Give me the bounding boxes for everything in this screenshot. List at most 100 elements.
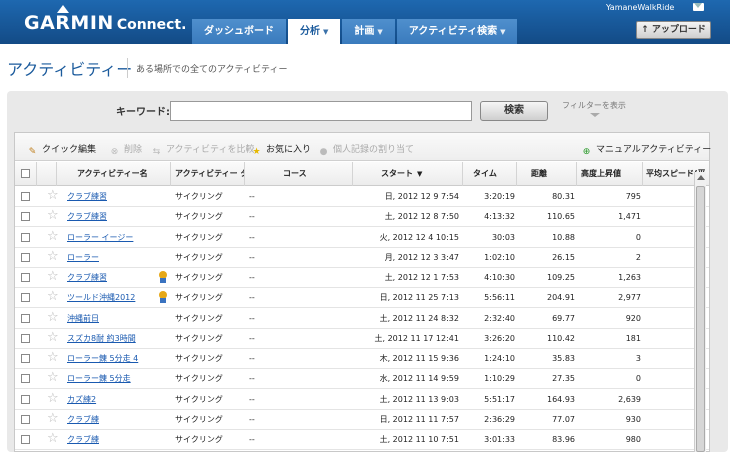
row-checkbox[interactable] <box>21 374 30 384</box>
table-row[interactable]: ☆ スズカ8耐 約3時間 サイクリング -- 土, 2012 11 17 12:41 3:… <box>15 329 709 349</box>
garmin-connect-logo[interactable]: GARMIN Connect. <box>24 12 186 34</box>
duration: 30:03 <box>491 232 515 242</box>
table-row[interactable]: ☆ ツールド沖縄2012 サイクリング -- 日, 2012 11 25 7:13 5:5… <box>15 288 709 309</box>
table-row[interactable]: ☆ クラブ練習 サイクリング -- 土, 2012 12 1 7:53 4:10:30 10… <box>15 268 709 288</box>
row-checkbox[interactable] <box>21 354 30 363</box>
favorite-star-icon[interactable]: ☆ <box>47 432 59 446</box>
nav-tab-analysis[interactable]: 分析 ▼ <box>288 19 341 44</box>
nav-tab-activity-search[interactable]: アクティビティ検索 ▼ <box>396 19 518 44</box>
mail-icon[interactable] <box>693 3 704 11</box>
column-header-distance[interactable]: 距離 <box>517 162 577 186</box>
delete-button[interactable]: ⊗ 削除 <box>109 142 142 158</box>
course-value: -- <box>249 333 255 343</box>
favorite-star-icon[interactable]: ☆ <box>47 310 59 325</box>
user-name-link[interactable]: YamaneWalkRide <box>606 3 674 12</box>
activity-name-link[interactable]: クラブ練習 <box>67 192 107 201</box>
row-checkbox[interactable] <box>21 252 30 262</box>
activity-name-link[interactable]: ローラー <box>67 253 99 262</box>
row-checkbox[interactable] <box>21 232 30 242</box>
select-all-checkbox[interactable] <box>21 169 30 178</box>
activity-name-link[interactable]: クラブ練習 <box>67 273 107 282</box>
table-row[interactable]: ☆ クラブ練 サイクリング -- 土, 2012 11 10 7:51 3:01:33 83… <box>15 430 709 450</box>
activity-name-link[interactable]: 沖縄前日 <box>67 314 99 323</box>
elevation-gain: 930 <box>625 414 641 424</box>
upload-button[interactable]: ↑ アップロード <box>636 21 711 39</box>
table-row[interactable]: ☆ クラブ練 サイクリング -- 日, 2012 11 11 7:57 2:36:29 77… <box>15 410 709 430</box>
nav-tab-dashboard[interactable]: ダッシュボード <box>192 19 286 44</box>
activity-name-link[interactable]: スズカ8耐 約3時間 <box>67 334 136 343</box>
row-checkbox[interactable] <box>21 394 30 404</box>
table-row[interactable]: ☆ ローラー錬 5分走 4 サイクリング -- 木, 2012 11 15 9:36 1:… <box>15 349 709 369</box>
table-row[interactable]: ☆ カズ練2 サイクリング -- 土, 2012 11 13 9:03 5:51:17 16… <box>15 390 709 410</box>
distance: 110.65 <box>547 212 575 222</box>
activity-type: サイクリング <box>175 252 223 262</box>
activity-name-link[interactable]: クラブ練習 <box>67 212 107 221</box>
favorite-star-icon[interactable]: ☆ <box>47 371 59 385</box>
favorite-star-icon[interactable]: ☆ <box>47 391 59 406</box>
activity-type: サイクリング <box>175 212 223 222</box>
row-checkbox[interactable] <box>21 435 30 444</box>
favorite-star-icon[interactable]: ☆ <box>47 229 59 244</box>
column-header-time[interactable]: タイム <box>463 162 517 186</box>
column-header-name[interactable]: アクティビティー名 <box>57 162 171 186</box>
table-row[interactable]: ☆ ローラー イージー サイクリング -- 火, 2012 12 4 10:15 30:0… <box>15 228 709 248</box>
row-checkbox[interactable] <box>21 192 30 201</box>
favorite-star-icon[interactable]: ☆ <box>47 249 59 264</box>
duration: 4:13:32 <box>484 212 515 222</box>
favorite-star-icon[interactable]: ☆ <box>47 330 59 345</box>
logo-sub: Connect. <box>116 17 187 33</box>
column-header-course[interactable]: コース <box>245 162 353 186</box>
assign-personal-record-button[interactable]: ● 個人記録の割り当て <box>318 142 414 158</box>
activity-name-link[interactable]: ローラー イージー <box>67 233 133 242</box>
activity-name-link[interactable]: クラブ練 <box>67 435 99 444</box>
sort-down-icon: ▼ <box>417 170 423 178</box>
start-time: 土, 2012 11 24 8:32 <box>379 313 459 323</box>
nav-tab-plan[interactable]: 計画 ▼ <box>342 19 395 44</box>
compare-activities-button[interactable]: ⇆ アクティビティを比較 <box>151 142 255 158</box>
search-button[interactable]: 検索 <box>480 101 548 121</box>
show-filter-link[interactable]: フィルターを表示 <box>562 100 626 111</box>
activity-name-link[interactable]: カズ練2 <box>67 395 96 404</box>
start-time: 木, 2012 11 15 9:36 <box>379 354 459 363</box>
activity-name-link[interactable]: ローラー錬 5分走 4 <box>67 354 138 363</box>
filter-chevron-down-icon[interactable] <box>590 113 600 117</box>
row-checkbox[interactable] <box>21 212 30 222</box>
scroll-up-icon[interactable] <box>697 175 705 180</box>
elevation-gain: 0 <box>635 374 641 384</box>
table-row[interactable]: ☆ クラブ練習 サイクリング -- 日, 2012 12 9 7:54 3:20:19 80… <box>15 187 709 207</box>
favorite-star-icon[interactable]: ☆ <box>47 351 59 365</box>
row-checkbox[interactable] <box>21 273 30 282</box>
column-header-type[interactable]: アクティビティー タ <box>171 162 245 186</box>
activity-name-link[interactable]: クラブ練 <box>67 415 99 424</box>
start-time: 月, 2012 12 3 3:47 <box>384 252 459 262</box>
column-header-start[interactable]: スタート ▼ <box>353 162 463 186</box>
table-row[interactable]: ☆ ローラー サイクリング -- 月, 2012 12 3 3:47 1:02:10 26.… <box>15 248 709 268</box>
table-row[interactable]: ☆ 沖縄前日 サイクリング -- 土, 2012 11 24 8:32 2:32:40 69… <box>15 309 709 329</box>
row-checkbox[interactable] <box>21 313 30 323</box>
scroll-thumb[interactable] <box>696 186 705 452</box>
row-checkbox[interactable] <box>21 414 30 424</box>
table-scrollbar[interactable] <box>694 172 706 452</box>
activity-name-link[interactable]: ローラー錬 5分走 <box>67 374 131 383</box>
medal-icon <box>158 271 168 283</box>
table-row[interactable]: ☆ ローラー錬 5分走 サイクリング -- 水, 2012 11 14 9:59 1:10… <box>15 369 709 390</box>
row-checkbox[interactable] <box>21 333 30 343</box>
favorite-star-icon[interactable]: ☆ <box>47 270 59 284</box>
activity-name-link[interactable]: ツールド沖縄2012 <box>67 293 135 302</box>
favorite-star-icon[interactable]: ☆ <box>47 209 59 223</box>
quick-edit-button[interactable]: ✎ クイック編集 <box>27 142 96 158</box>
start-time: 日, 2012 11 25 7:13 <box>379 293 459 303</box>
table-row[interactable]: ☆ クラブ練習 サイクリング -- 土, 2012 12 8 7:50 4:13:32 11… <box>15 207 709 228</box>
favorite-button[interactable]: ★ お気に入り <box>251 142 311 158</box>
manual-activity-button[interactable]: ⊕ マニュアルアクティビティー <box>581 142 711 158</box>
duration: 1:10:29 <box>484 374 515 384</box>
course-value: -- <box>249 435 255 444</box>
favorite-star-icon[interactable]: ☆ <box>47 189 59 203</box>
activity-type: サイクリング <box>175 374 223 384</box>
favorite-star-icon[interactable]: ☆ <box>47 290 59 304</box>
keyword-input[interactable] <box>170 101 472 121</box>
row-checkbox[interactable] <box>21 293 30 303</box>
column-header-elevation[interactable]: 高度上昇値 <box>577 162 643 186</box>
favorite-star-icon[interactable]: ☆ <box>47 411 59 426</box>
activity-type: サイクリング <box>175 394 223 404</box>
